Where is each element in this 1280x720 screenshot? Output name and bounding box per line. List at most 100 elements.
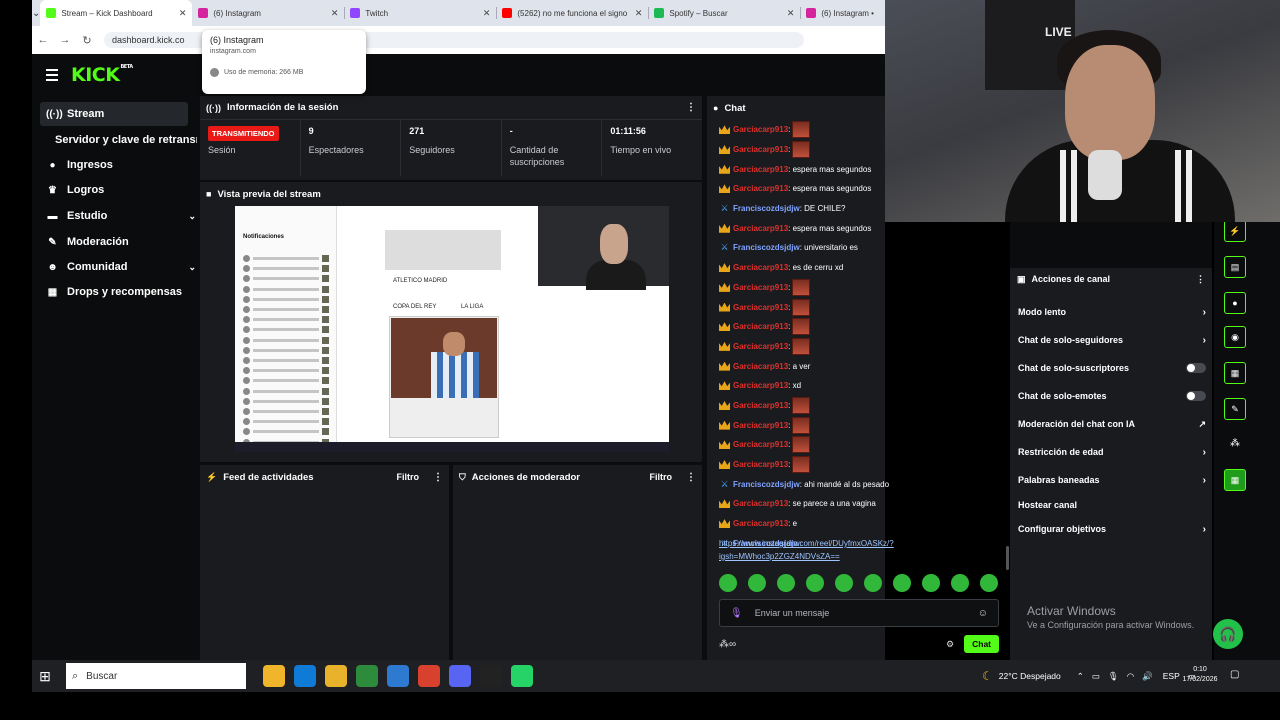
close-icon[interactable]: ✕ <box>635 8 643 19</box>
sidebar-item-drops[interactable]: ▦ Drops y recompensas <box>40 280 188 304</box>
browser-tab[interactable]: (6) Instagram ✕ <box>192 0 344 26</box>
sidebar-item-stream[interactable]: ((·)) Stream <box>40 102 188 126</box>
emote-icon[interactable] <box>719 574 737 592</box>
tab-search-chevron-icon[interactable]: ⌄ <box>32 0 40 26</box>
mic-icon[interactable]: 🎙 <box>730 608 743 619</box>
chat-username[interactable]: Garciacarp913 <box>733 263 788 272</box>
connections-icon[interactable]: ⁂ <box>1230 438 1240 449</box>
chat-username[interactable]: Garciacarp913 <box>733 165 788 174</box>
toggle-switch[interactable] <box>1186 363 1206 373</box>
grid-tool-icon[interactable]: ▦ <box>1224 469 1246 491</box>
chat-username[interactable]: Franciscozdsjdjw <box>733 243 800 252</box>
sidebar-item-logros[interactable]: ♛ Logros <box>40 178 188 202</box>
chat-username[interactable]: Garciacarp913 <box>733 362 788 371</box>
points-icon[interactable]: ⁂∞ <box>719 639 736 650</box>
chat-username[interactable]: Garciacarp913 <box>733 401 788 410</box>
channel-action-item[interactable]: Palabras baneadas › <box>1018 470 1206 490</box>
mic-icon[interactable]: 🎙 <box>1108 671 1119 682</box>
taskbar-app-icon[interactable] <box>387 665 409 687</box>
chat-send-button[interactable]: Chat <box>964 635 999 653</box>
back-icon[interactable]: ← <box>32 34 54 46</box>
browser-tab[interactable]: Twitch ✕ <box>344 0 496 26</box>
sidebar-item-servidor[interactable]: Servidor y clave de retransmisión <box>40 128 231 152</box>
emote-icon[interactable] <box>806 574 824 592</box>
wrench-tool-icon[interactable]: ✎ <box>1224 398 1246 420</box>
taskbar-search[interactable]: ⌕ Buscar <box>66 663 246 689</box>
chat-username[interactable]: Garciacarp913 <box>733 303 788 312</box>
taskbar-app-icon[interactable] <box>356 665 378 687</box>
chevron-up-icon[interactable]: ⌃ <box>1077 671 1084 682</box>
emote-icon[interactable] <box>922 574 940 592</box>
sidebar-item-estudio[interactable]: ▬ Estudio ⌄ <box>40 204 197 228</box>
chat-username[interactable]: Garciacarp913 <box>733 125 788 134</box>
weather-text[interactable]: 22°C Despejado <box>999 671 1061 681</box>
channel-action-item[interactable]: Restricción de edad › <box>1018 442 1206 462</box>
channel-action-item[interactable]: Chat de solo-emotes <box>1018 386 1206 406</box>
emote-icon[interactable] <box>777 574 795 592</box>
chat-scrollbar[interactable] <box>1006 546 1009 570</box>
stream-preview-video[interactable]: Notificaciones ATLETICO MADRID COPA DEL … <box>235 206 669 452</box>
chat-username[interactable]: Garciacarp913 <box>733 283 788 292</box>
mod-actions-filter-button[interactable]: Filtro <box>650 472 673 482</box>
reload-icon[interactable]: ↻ <box>76 34 98 47</box>
speaker-icon[interactable]: 🔊 <box>1142 671 1153 682</box>
language-indicator[interactable]: ESP <box>1163 671 1180 681</box>
taskbar-app-icon[interactable] <box>263 665 285 687</box>
chat-username[interactable]: Franciscozdsjdjw <box>733 204 800 213</box>
browser-tab[interactable]: (5262) no me funciona el signo ✕ <box>496 0 648 26</box>
forward-icon[interactable]: → <box>54 34 76 46</box>
emote-icon[interactable] <box>893 574 911 592</box>
windows-start-icon[interactable]: ⊞ <box>32 668 58 685</box>
notes-tool-icon[interactable]: ▤ <box>1224 256 1246 278</box>
sidebar-item-comunidad[interactable]: ☻ Comunidad ⌄ <box>40 255 196 279</box>
toggle-switch[interactable] <box>1186 391 1206 401</box>
broadcast-tool-icon[interactable]: ◉ <box>1224 326 1246 348</box>
channel-action-item[interactable]: Modo lento › <box>1018 302 1206 322</box>
chat-tool-icon[interactable]: ● <box>1224 292 1246 314</box>
kebab-menu-icon[interactable]: ⋮ <box>433 472 443 483</box>
emote-icon[interactable] <box>864 574 882 592</box>
taskbar-app-icon[interactable] <box>511 665 533 687</box>
emote-icon[interactable] <box>951 574 969 592</box>
menu-icon[interactable] <box>46 69 58 84</box>
gear-icon[interactable]: ⚙ <box>946 639 954 650</box>
chat-link[interactable]: https://www.instagram.com/reel/DUyfmxOAS… <box>719 537 1007 550</box>
panel-tool-icon[interactable]: ▦ <box>1224 362 1246 384</box>
chat-username[interactable]: Garciacarp913 <box>733 342 788 351</box>
channel-action-item[interactable]: Chat de solo-seguidores › <box>1018 330 1206 350</box>
emoji-icon[interactable]: ☺ <box>978 608 988 619</box>
close-icon[interactable]: ✕ <box>331 8 339 19</box>
kick-logo[interactable]: KICKBETA <box>71 64 133 86</box>
chat-username[interactable]: Garciacarp913 <box>733 322 788 331</box>
channel-action-item[interactable]: Configurar objetivos › <box>1018 519 1206 539</box>
taskbar-app-icon[interactable] <box>480 665 502 687</box>
chat-username[interactable]: Garciacarp913 <box>733 499 788 508</box>
emote-icon[interactable] <box>835 574 853 592</box>
chat-username[interactable]: Garciacarp913 <box>733 421 788 430</box>
taskbar-app-icon[interactable] <box>294 665 316 687</box>
emote-icon[interactable] <box>980 574 998 592</box>
channel-action-item[interactable]: Moderación del chat con IA ↗ <box>1018 414 1206 434</box>
emote-icon[interactable] <box>748 574 766 592</box>
chat-link[interactable]: igsh=MWhoc3p2ZGZ4NDVsZA== <box>719 550 1007 563</box>
wifi-icon[interactable]: ◠ <box>1127 671 1134 682</box>
taskbar-app-icon[interactable] <box>325 665 347 687</box>
kebab-menu-icon[interactable]: ⋮ <box>1196 274 1205 285</box>
taskbar-app-icon[interactable] <box>449 665 471 687</box>
chat-username[interactable]: Garciacarp913 <box>733 184 788 193</box>
taskbar-app-icon[interactable] <box>418 665 440 687</box>
channel-action-item[interactable]: Chat de solo-suscriptores <box>1018 358 1206 378</box>
kebab-menu-icon[interactable]: ⋮ <box>686 102 696 113</box>
activity-filter-button[interactable]: Filtro <box>397 472 420 482</box>
kebab-menu-icon[interactable]: ⋮ <box>686 472 696 483</box>
chat-username[interactable]: Franciscozdsjdjw <box>733 480 800 489</box>
taskbar-clock[interactable]: 0:10 17/02/2026 <box>1180 665 1220 685</box>
browser-tab[interactable]: Stream – Kick Dashboard ✕ <box>40 0 193 26</box>
channel-action-item[interactable]: Hostear canal <box>1018 495 1206 515</box>
sidebar-item-moderacion[interactable]: ✎ Moderación <box>40 230 188 254</box>
support-headset-icon[interactable]: 🎧 <box>1213 619 1243 649</box>
browser-tab[interactable]: Spotify – Buscar ✕ <box>648 0 800 26</box>
bolt-tool-icon[interactable]: ⚡ <box>1224 220 1246 242</box>
close-icon[interactable]: ✕ <box>179 8 187 19</box>
chat-username[interactable]: Garciacarp913 <box>733 381 788 390</box>
